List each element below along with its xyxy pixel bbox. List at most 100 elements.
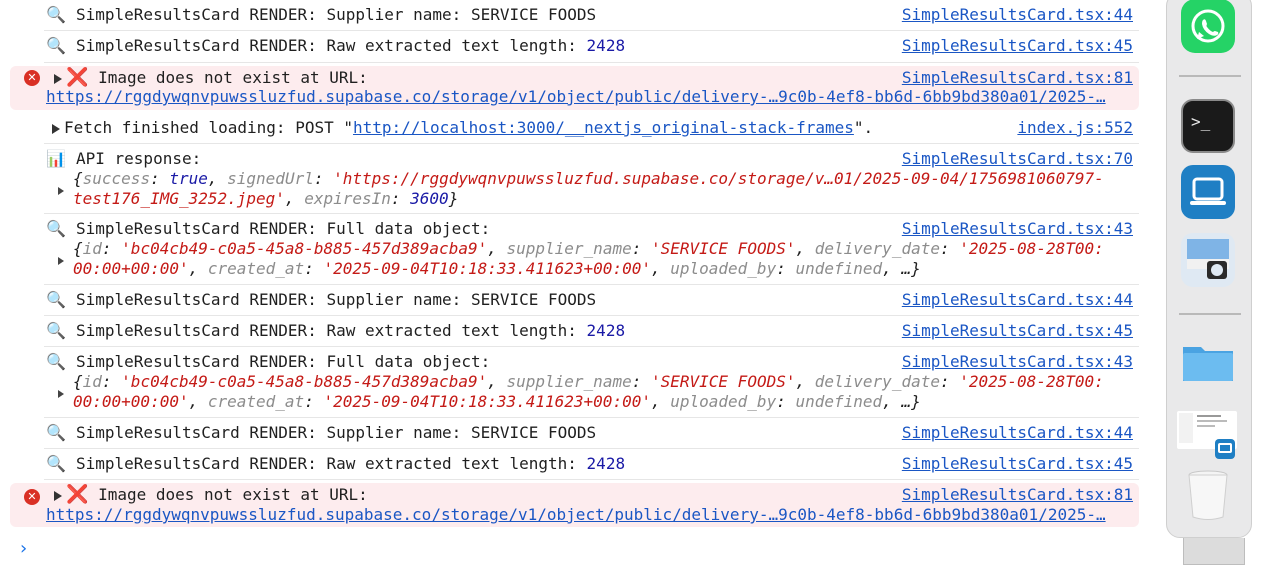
dock-shelf — [1183, 538, 1245, 565]
obj-value: 'SERVICE FOODS' — [650, 372, 796, 391]
bar-chart-icon: 📊 — [46, 149, 66, 168]
source-link[interactable]: index.js:552 — [1017, 118, 1133, 138]
obj-value: undefined — [795, 392, 883, 411]
obj-key: expiresIn — [304, 189, 391, 208]
preview-icon[interactable] — [1181, 233, 1235, 287]
log-message: SimpleResultsCard RENDER: Supplier name:… — [76, 5, 597, 24]
obj-key: signedUrl — [227, 169, 314, 188]
obj-value: '2025-08-28T00: — [959, 372, 1104, 391]
obj-key: supplier_name — [506, 372, 632, 391]
source-link[interactable]: SimpleResultsCard.tsx:45 — [902, 454, 1133, 474]
console-prompt-chevron-icon[interactable]: › — [20, 538, 27, 559]
trash-icon[interactable] — [1181, 467, 1235, 521]
object-preview-cont[interactable]: 00:00+00:00', created_at: '2025-09-04T10… — [73, 259, 921, 279]
obj-key: id — [82, 239, 102, 258]
error-row: ✕ ❌ Image does not exist at URL: SimpleR… — [10, 66, 1139, 110]
expand-triangle-icon[interactable] — [54, 490, 62, 501]
whatsapp-icon[interactable] — [1181, 0, 1235, 53]
dock-separator — [1179, 75, 1241, 77]
magnifier-icon: 🔍 — [46, 290, 66, 309]
source-link[interactable]: SimpleResultsCard.tsx:81 — [902, 68, 1133, 88]
obj-key: id — [82, 372, 102, 391]
folder-icon[interactable] — [1181, 335, 1235, 389]
source-link[interactable]: SimpleResultsCard.tsx:44 — [902, 290, 1133, 310]
log-row: 🔍 SimpleResultsCard RENDER: Full data ob… — [44, 347, 1139, 418]
log-text: SimpleResultsCard RENDER: Raw extracted … — [76, 36, 587, 55]
magnifier-icon: 🔍 — [46, 454, 66, 473]
source-link[interactable]: SimpleResultsCard.tsx:45 — [902, 36, 1133, 56]
macos-dock: >_ — [1166, 0, 1252, 538]
log-row: 🔍 SimpleResultsCard RENDER: Raw extracte… — [44, 449, 1139, 480]
obj-tail: , …} — [882, 392, 921, 411]
magnifier-icon: 🔍 — [46, 5, 66, 24]
source-link[interactable]: SimpleResultsCard.tsx:81 — [902, 485, 1133, 505]
magnifier-icon: 🔍 — [46, 219, 66, 238]
source-link[interactable]: SimpleResultsCard.tsx:70 — [902, 149, 1133, 169]
svg-text:>_: >_ — [1191, 112, 1211, 131]
error-text: Image does not exist at URL: — [98, 68, 368, 87]
screen-sharing-icon[interactable] — [1181, 165, 1235, 219]
expand-triangle-icon[interactable] — [52, 123, 60, 134]
red-cross-icon: ❌ — [66, 484, 89, 505]
log-text-suffix: ". — [853, 118, 874, 137]
expand-object-icon[interactable] — [58, 257, 64, 265]
log-text: Fetch finished loading: POST " — [64, 118, 353, 137]
source-link[interactable]: SimpleResultsCard.tsx:43 — [902, 219, 1133, 239]
log-number: 2428 — [586, 321, 626, 340]
magnifier-icon: 🔍 — [46, 36, 66, 55]
obj-value: '2025-09-04T10:18:33.411623+00:00' — [323, 259, 651, 278]
fetch-url-link[interactable]: http://localhost:3000/__nextjs_original-… — [353, 118, 854, 137]
error-url-link[interactable]: https://rggdywqnvpuwssluzfud.supabase.co… — [46, 87, 1106, 107]
error-text: Image does not exist at URL: — [98, 485, 368, 504]
object-preview-cont[interactable]: test176_IMG_3252.jpeg', expiresIn: 3600} — [73, 189, 458, 209]
red-cross-icon: ❌ — [66, 67, 89, 88]
error-url-link[interactable]: https://rggdywqnvpuwssluzfud.supabase.co… — [46, 505, 1106, 525]
expand-object-icon[interactable] — [58, 187, 64, 195]
log-row: 🔍 SimpleResultsCard RENDER: Supplier nam… — [44, 418, 1139, 449]
obj-value: test176_IMG_3252.jpeg' — [73, 189, 285, 208]
obj-value: 'SERVICE FOODS' — [650, 239, 796, 258]
obj-value: 'bc04cb49-c0a5-45a8-b885-457d389acba9' — [121, 239, 488, 258]
dock-separator — [1179, 313, 1241, 315]
log-row: 🔍 SimpleResultsCard RENDER: Raw extracte… — [44, 31, 1139, 63]
log-message: API response: — [76, 149, 202, 168]
obj-key: created_at — [207, 392, 305, 411]
log-row: 🔍 SimpleResultsCard RENDER: Full data ob… — [44, 214, 1139, 285]
log-row: 📊 API response: SimpleResultsCard.tsx:70… — [44, 144, 1139, 214]
obj-value: true — [169, 169, 208, 188]
source-link[interactable]: SimpleResultsCard.tsx:43 — [902, 352, 1133, 372]
error-icon: ✕ — [24, 70, 40, 86]
log-message: Fetch finished loading: POST "http://loc… — [52, 118, 873, 138]
log-text: SimpleResultsCard RENDER: Raw extracted … — [76, 321, 587, 340]
expand-object-icon[interactable] — [58, 390, 64, 398]
log-message: SimpleResultsCard RENDER: Supplier name:… — [76, 423, 597, 442]
log-number: 2428 — [586, 36, 626, 55]
obj-key: uploaded_by — [670, 259, 777, 278]
obj-value: 00:00+00:00' — [73, 392, 189, 411]
object-preview[interactable]: {success: true, signedUrl: 'https://rggd… — [73, 169, 1104, 189]
source-link[interactable]: SimpleResultsCard.tsx:45 — [902, 321, 1133, 341]
log-message: SimpleResultsCard RENDER: Raw extracted … — [76, 321, 625, 341]
source-link[interactable]: SimpleResultsCard.tsx:44 — [902, 423, 1133, 443]
error-row: ✕ ❌ Image does not exist at URL: SimpleR… — [10, 483, 1139, 527]
object-preview[interactable]: {id: 'bc04cb49-c0a5-45a8-b885-457d389acb… — [73, 239, 1104, 259]
terminal-icon[interactable]: >_ — [1181, 99, 1235, 153]
obj-key: supplier_name — [506, 239, 632, 258]
log-message: SimpleResultsCard RENDER: Supplier name:… — [76, 290, 597, 309]
document-window-icon[interactable] — [1177, 411, 1237, 459]
object-preview[interactable]: {id: 'bc04cb49-c0a5-45a8-b885-457d389acb… — [73, 372, 1104, 392]
log-message: ❌ Image does not exist at URL: — [54, 485, 368, 505]
obj-key: created_at — [207, 259, 305, 278]
magnifier-icon: 🔍 — [46, 423, 66, 442]
log-text: SimpleResultsCard RENDER: Raw extracted … — [76, 454, 587, 473]
obj-value: 'bc04cb49-c0a5-45a8-b885-457d389acba9' — [121, 372, 488, 391]
devtools-console: 🔍 SimpleResultsCard RENDER: Supplier nam… — [0, 0, 1148, 564]
source-link[interactable]: SimpleResultsCard.tsx:44 — [902, 5, 1133, 25]
expand-triangle-icon[interactable] — [54, 73, 62, 84]
magnifier-icon: 🔍 — [46, 352, 66, 371]
log-number: 2428 — [586, 454, 626, 473]
log-message: SimpleResultsCard RENDER: Full data obje… — [76, 219, 491, 238]
object-preview-cont[interactable]: 00:00+00:00', created_at: '2025-09-04T10… — [73, 392, 921, 412]
obj-value: '2025-08-28T00: — [959, 239, 1104, 258]
log-message: SimpleResultsCard RENDER: Raw extracted … — [76, 36, 625, 56]
